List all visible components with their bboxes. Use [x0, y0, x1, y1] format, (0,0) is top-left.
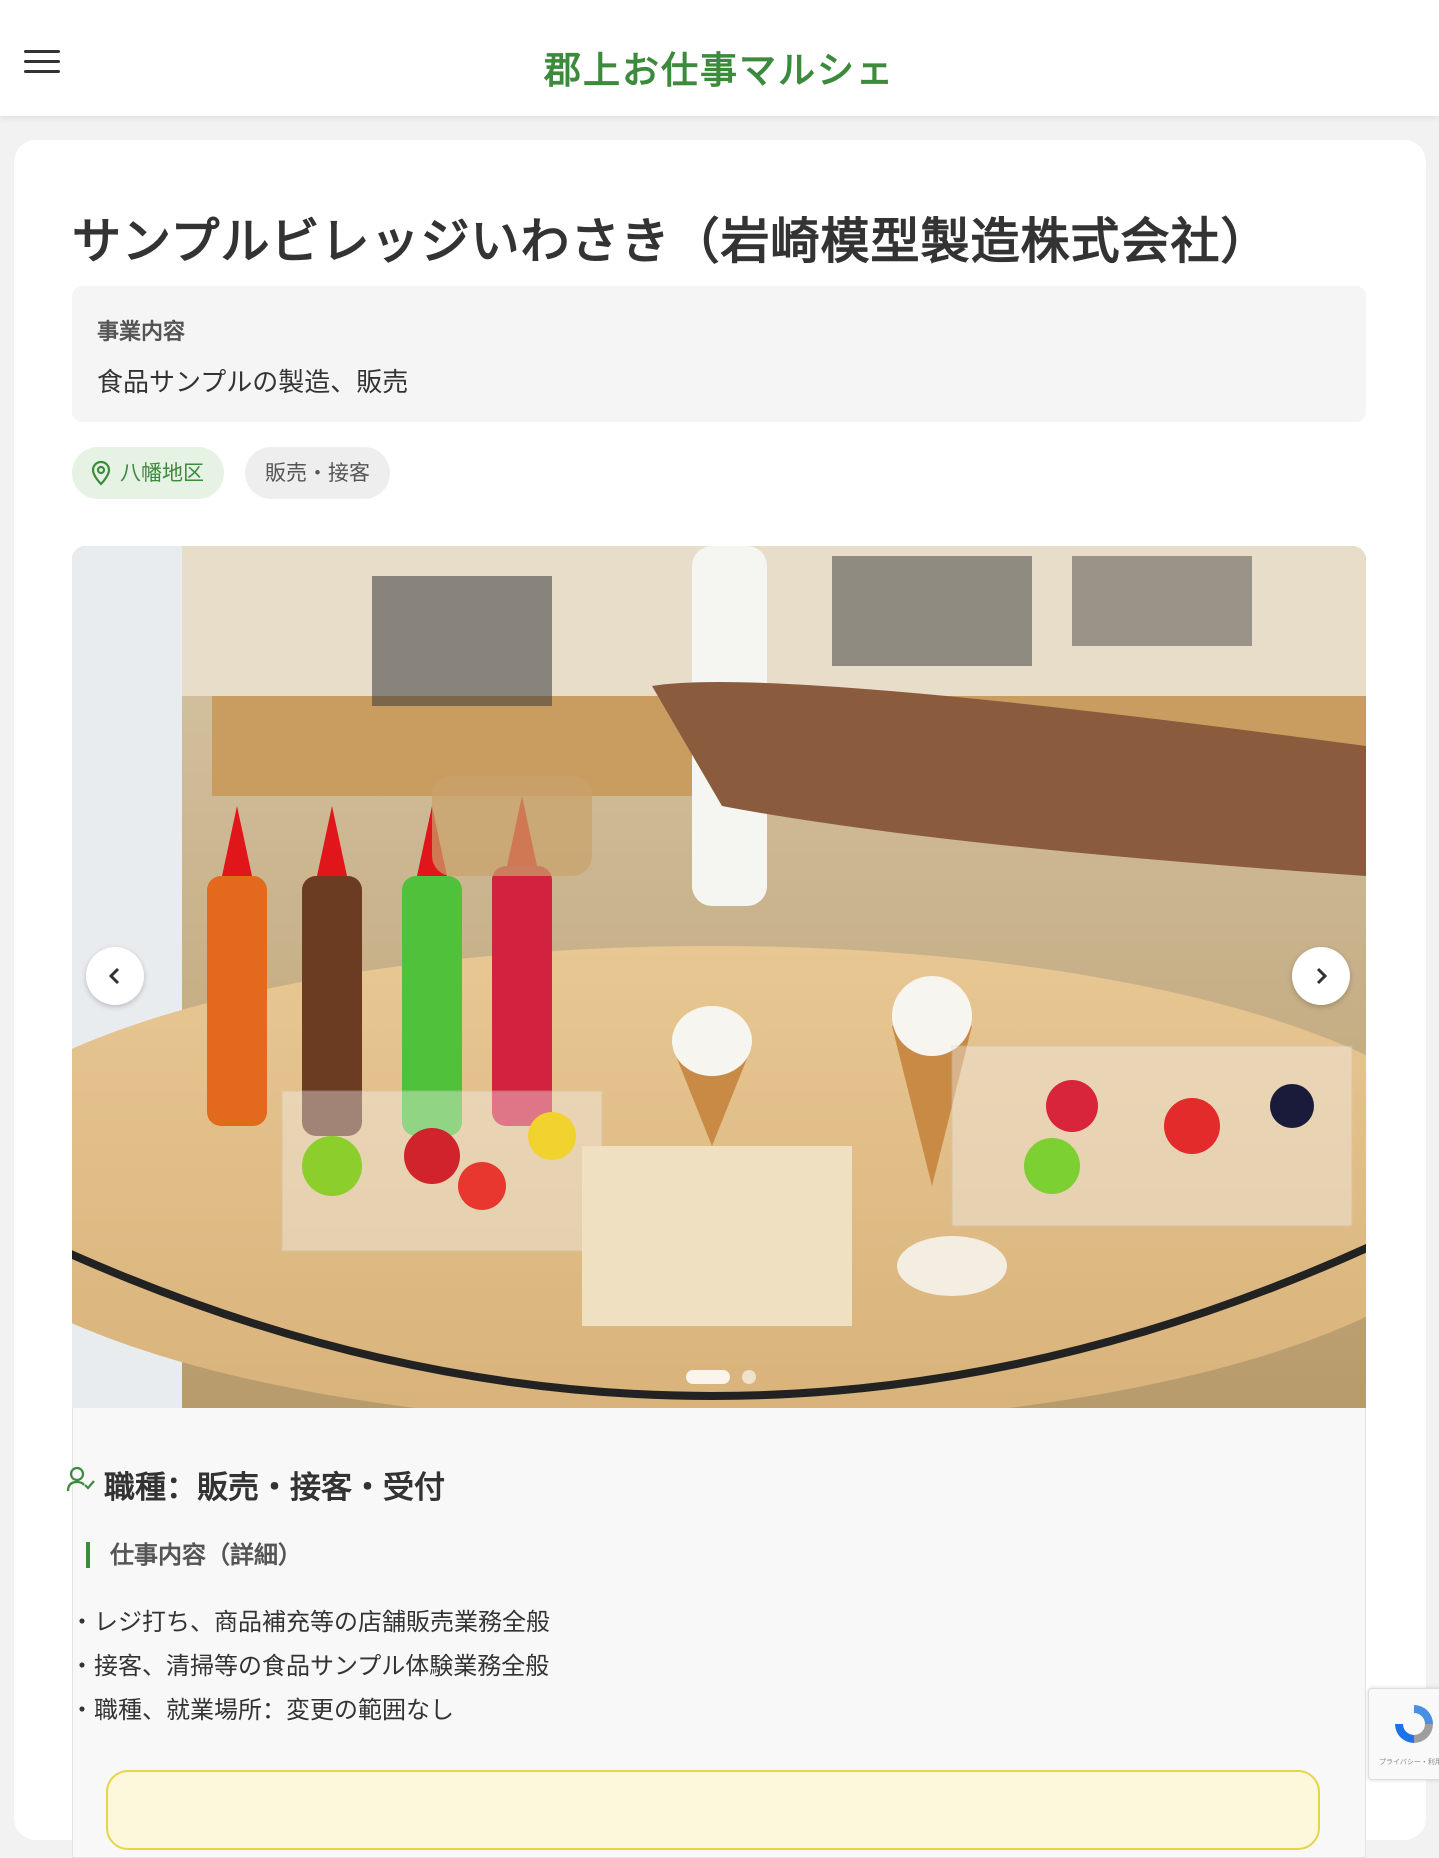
business-box: 事業内容 食品サンプルの製造、販売 — [72, 286, 1366, 422]
chevron-left-icon — [108, 967, 120, 985]
area-tag-label: 八幡地区 — [120, 461, 204, 485]
job-category-tag[interactable]: 販売・接客 — [245, 447, 390, 499]
food-sample-photo — [72, 546, 1366, 1408]
gallery-dot-active[interactable] — [686, 1370, 730, 1384]
job-category-label: 販売・接客 — [265, 461, 370, 485]
detail-list: ・レジ打ち、商品補充等の店舗販売業務全般 ・接客、清掃等の食品サンプル体験業務全… — [70, 1600, 550, 1732]
detail-heading: 仕事内容（詳細） — [86, 1542, 302, 1568]
recaptcha-icon — [1395, 1705, 1433, 1743]
area-tag[interactable]: 八幡地区 — [72, 447, 224, 499]
recaptcha-text[interactable]: プライバシー・利用規約 — [1379, 1757, 1439, 1767]
detail-item: ・接客、清掃等の食品サンプル体験業務全般 — [70, 1652, 550, 1680]
job-title: 職種：販売・接客・受付 — [104, 1470, 445, 1506]
business-label: 事業内容 — [97, 320, 186, 345]
notice-box — [106, 1770, 1320, 1850]
map-pin-icon — [91, 460, 111, 486]
site-title[interactable]: 郡上お仕事マルシェ — [0, 40, 1439, 94]
top-bar: 郡上お仕事マルシェ — [0, 0, 1439, 116]
gallery-next-button[interactable] — [1292, 947, 1350, 1005]
company-name: サンプルビレッジいわさき（岩崎模型製造株式会社） — [72, 213, 1271, 270]
business-text: 食品サンプルの製造、販売 — [97, 368, 409, 398]
detail-item: ・職種、就業場所：変更の範囲なし — [70, 1696, 454, 1724]
gallery-prev-button[interactable] — [86, 947, 144, 1005]
job-card: サンプルビレッジいわさき（岩崎模型製造株式会社） 事業内容 食品サンプルの製造、… — [14, 140, 1426, 1858]
chevron-right-icon — [1316, 967, 1328, 985]
gallery-photo[interactable] — [72, 546, 1366, 1408]
person-check-icon — [66, 1466, 95, 1492]
recaptcha-badge[interactable]: プライバシー・利用規約 — [1368, 1688, 1439, 1780]
gallery-dot[interactable] — [742, 1370, 756, 1384]
detail-item: ・レジ打ち、商品補充等の店舗販売業務全般 — [70, 1608, 550, 1636]
